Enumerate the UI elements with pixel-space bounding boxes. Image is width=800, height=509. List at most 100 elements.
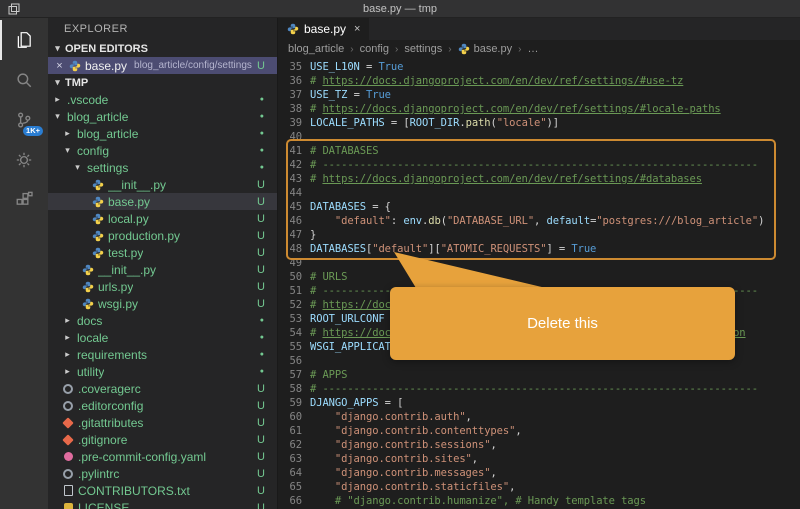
code-line[interactable]: 45 DATABASES = { — [278, 200, 800, 214]
code-line[interactable]: 60 "django.contrib.auth", — [278, 410, 800, 424]
python-file-icon — [82, 281, 94, 293]
code-line[interactable]: 48 DATABASES["default"]["ATOMIC_REQUESTS"… — [278, 242, 800, 256]
tree-item-license[interactable]: LICENSE U — [48, 499, 277, 509]
git-status-badge: U — [257, 467, 265, 480]
line-content: # --------------------------------------… — [310, 383, 758, 395]
tree-item-__init__.py[interactable]: __init__.py U — [48, 176, 277, 193]
tree-item-__init__.py[interactable]: __init__.py U — [48, 261, 277, 278]
code-line[interactable]: 40 — [278, 130, 800, 144]
code-line[interactable]: 47} — [278, 228, 800, 242]
code-line[interactable]: 36 # https://docs.djangoproject.com/en/de… — [278, 74, 800, 88]
breadcrumb-item-base-py[interactable]: base.py — [458, 43, 512, 55]
tree-item-.pylintrc[interactable]: .pylintrc U — [48, 465, 277, 482]
chevron-down-icon: ▾ — [55, 43, 60, 53]
tree-item-contributors.txt[interactable]: CONTRIBUTORS.txt U — [48, 482, 277, 499]
code-line[interactable]: 35 USE_L10N = True — [278, 60, 800, 74]
code-line[interactable]: 42 # ------------------------------------… — [278, 158, 800, 172]
python-file-icon — [82, 264, 94, 276]
section-workspace-tmp[interactable]: ▾ TMP — [48, 74, 277, 91]
tree-item-.editorconfig[interactable]: .editorconfig U — [48, 397, 277, 414]
comment-link[interactable]: https://docs.djangoproject.com/en/dev/re… — [322, 173, 702, 185]
tree-item-blog_article[interactable]: ▸ blog_article ● — [48, 125, 277, 142]
code-line[interactable]: 41 # DATABASES — [278, 144, 800, 158]
license-file-icon — [62, 502, 74, 509]
tree-item-.gitattributes[interactable]: .gitattributes U — [48, 414, 277, 431]
line-number: 41 — [289, 145, 303, 157]
line-content: DATABASES = { — [310, 201, 391, 213]
tree-item-config[interactable]: ▾ config ● — [48, 142, 277, 159]
gear-icon[interactable] — [0, 140, 48, 180]
tree-item-.pre-commit-config.yaml[interactable]: .pre-commit-config.yaml U — [48, 448, 277, 465]
line-content: # --------------------------------------… — [310, 159, 758, 171]
git-status-badge: U — [257, 399, 265, 412]
tree-item-base.py[interactable]: base.py U — [48, 193, 277, 210]
tree-item-docs[interactable]: ▸ docs ● — [48, 312, 277, 329]
code-editor[interactable]: 35 USE_L10N = True 36 # https://docs.django… — [278, 58, 800, 509]
tab-base-py[interactable]: base.py × — [278, 18, 371, 40]
source-control-icon[interactable]: 1K+ — [0, 100, 48, 140]
line-content: # "django.contrib.humanize", # Handy tem… — [334, 495, 646, 507]
code-line[interactable]: 57 # APPS — [278, 368, 800, 382]
modified-dot-icon: ● — [259, 113, 264, 120]
line-content: } — [310, 229, 317, 241]
close-icon[interactable]: × — [354, 23, 360, 35]
code-line[interactable]: 50 # URLS — [278, 270, 800, 284]
breadcrumb-item-blog-article[interactable]: blog_article — [288, 43, 344, 55]
code-line[interactable]: 65 "django.contrib.staticfiles", — [278, 480, 800, 494]
tree-item-requirements[interactable]: ▸ requirements ● — [48, 346, 277, 363]
chevron-right-icon: ▸ — [65, 315, 70, 325]
search-icon[interactable] — [0, 60, 48, 100]
extensions-icon[interactable] — [0, 180, 48, 220]
yaml-file-icon — [62, 451, 74, 463]
modified-dot-icon: ● — [259, 351, 264, 358]
breadcrumb-item--[interactable]: … — [527, 43, 538, 55]
line-number: 51 — [289, 285, 303, 297]
close-icon[interactable]: × — [54, 60, 65, 72]
code-line[interactable]: 39 LOCALE_PATHS = [ROOT_DIR.path("locale"… — [278, 116, 800, 130]
line-number: 59 — [289, 397, 303, 409]
comment-link[interactable]: https://docs.djangoproject.com/en/dev/re… — [322, 75, 683, 87]
code-line[interactable]: 64 "django.contrib.messages", — [278, 466, 800, 480]
tree-item-label: test.py — [108, 245, 144, 260]
breadcrumb-item-settings[interactable]: settings — [404, 43, 442, 55]
code-line[interactable]: 49 — [278, 256, 800, 270]
tree-item-test.py[interactable]: test.py U — [48, 244, 277, 261]
comment-link[interactable]: https://docs.djangoproject.com/en/dev/re… — [322, 103, 720, 115]
breadcrumb-item-config[interactable]: config — [360, 43, 389, 55]
tree-item-settings[interactable]: ▾ settings ● — [48, 159, 277, 176]
code-line[interactable]: 46 "default": env.db("DATABASE_URL", def… — [278, 214, 800, 228]
git-status-badge: U — [257, 246, 265, 259]
line-content: # APPS — [310, 369, 348, 381]
code-line[interactable]: 37 USE_TZ = True — [278, 88, 800, 102]
code-line[interactable]: 63 "django.contrib.sites", — [278, 452, 800, 466]
code-line[interactable]: 61 "django.contrib.contenttypes", — [278, 424, 800, 438]
code-line[interactable]: 38 # https://docs.djangoproject.com/en/de… — [278, 102, 800, 116]
breadcrumb-separator: › — [518, 43, 522, 55]
tree-item-urls.py[interactable]: urls.py U — [48, 278, 277, 295]
code-line[interactable]: 66 # "django.contrib.humanize", # Handy … — [278, 494, 800, 508]
tree-item-blog_article[interactable]: ▾ blog_article ● — [48, 108, 277, 125]
python-file-icon — [69, 60, 81, 72]
callout-text: Delete this — [527, 315, 598, 332]
python-file-icon — [92, 196, 104, 208]
section-open-editors[interactable]: ▾ OPEN EDITORS — [48, 40, 277, 57]
explorer-icon[interactable] — [0, 20, 48, 60]
code-line[interactable]: 62 "django.contrib.sessions", — [278, 438, 800, 452]
tree-item-utility[interactable]: ▸ utility ● — [48, 363, 277, 380]
tree-item-locale[interactable]: ▸ locale ● — [48, 329, 277, 346]
tree-item-local.py[interactable]: local.py U — [48, 210, 277, 227]
git-status-badge: U — [257, 450, 265, 463]
code-line[interactable]: 43 # https://docs.djangoproject.com/en/de… — [278, 172, 800, 186]
tree-item-.coveragerc[interactable]: .coveragerc U — [48, 380, 277, 397]
line-number: 57 — [289, 369, 303, 381]
code-line[interactable]: 59 DJANGO_APPS = [ — [278, 396, 800, 410]
tree-item-wsgi.py[interactable]: wsgi.py U — [48, 295, 277, 312]
code-line[interactable]: 44 — [278, 186, 800, 200]
code-line[interactable]: 58 # ------------------------------------… — [278, 382, 800, 396]
tree-item-.gitignore[interactable]: .gitignore U — [48, 431, 277, 448]
tree-item-label: settings — [87, 160, 129, 175]
tree-item-.vscode[interactable]: ▸ .vscode ● — [48, 91, 277, 108]
open-editor-item-base-py[interactable]: × base.py blog_article/config/settings U — [48, 57, 277, 74]
python-file-icon — [92, 179, 104, 191]
tree-item-production.py[interactable]: production.py U — [48, 227, 277, 244]
